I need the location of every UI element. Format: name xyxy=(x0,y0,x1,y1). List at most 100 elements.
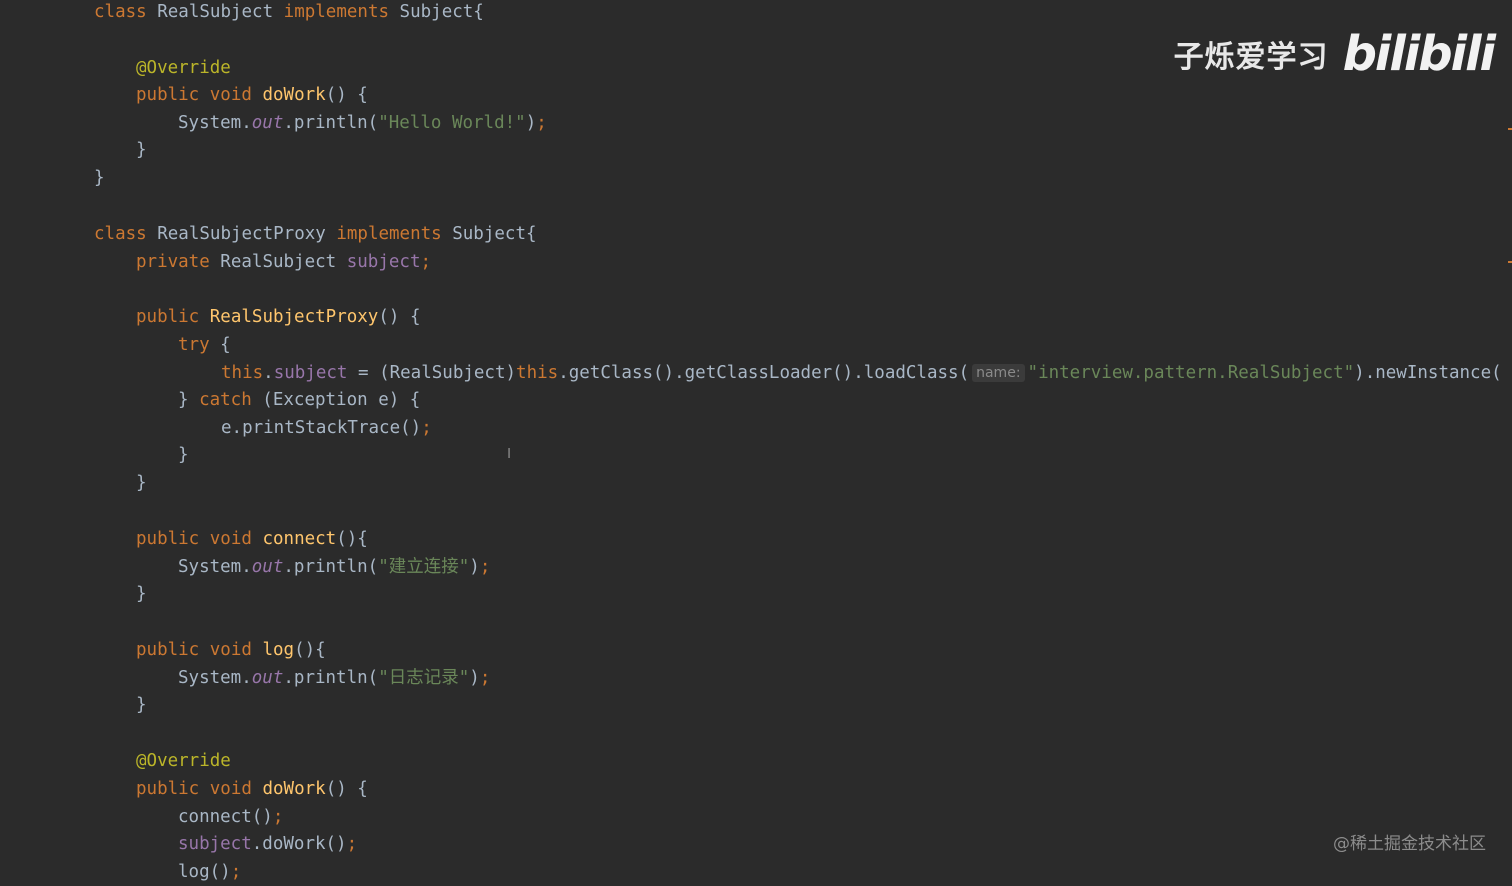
method-name: RealSubjectProxy xyxy=(209,307,379,327)
code-text: ) xyxy=(469,668,480,688)
type-name: RealSubject xyxy=(209,252,347,272)
code-text: (Exception e) { xyxy=(251,390,421,410)
bilibili-logo: bilibili xyxy=(1342,26,1496,82)
semicolon: ; xyxy=(479,668,491,688)
interface-name: Subject{ xyxy=(389,2,484,22)
field-name: subject xyxy=(178,834,252,854)
static-field: out xyxy=(251,668,284,688)
keyword: implements xyxy=(336,224,442,244)
keyword: public xyxy=(136,307,200,327)
text-cursor-icon: Ⅰ xyxy=(507,446,512,462)
method-name: connect xyxy=(262,529,337,549)
keyword: this xyxy=(221,363,264,383)
code-text: System. xyxy=(178,113,252,133)
semicolon: ; xyxy=(346,834,358,854)
code-text: ) xyxy=(525,113,537,133)
brace: } xyxy=(136,140,147,160)
brace: } xyxy=(94,168,105,188)
source-credit: @稀土掘金技术社区 xyxy=(1333,834,1486,854)
method-name: doWork xyxy=(262,85,326,105)
code-line: private RealSubject subject; xyxy=(136,248,431,276)
code-line: System.out.println("Hello World!"); xyxy=(178,109,547,137)
code-line: connect(); xyxy=(178,803,283,831)
keyword: this xyxy=(516,363,559,383)
semicolon: ; xyxy=(230,862,242,882)
video-watermark: 子烁爱学习 bilibili xyxy=(1173,26,1496,82)
code-text: { xyxy=(209,335,231,355)
keyword: void xyxy=(209,640,252,660)
code-line: this.subject = (RealSubject)this.getClas… xyxy=(221,359,1502,387)
code-line: log(); xyxy=(178,858,241,886)
code-line: } xyxy=(136,136,147,164)
code-line: } xyxy=(136,580,147,608)
string-literal: "建立连接" xyxy=(378,557,470,577)
code-text: . xyxy=(263,363,274,383)
warning-stripe-marker[interactable] xyxy=(1508,261,1512,263)
code-text: log() xyxy=(178,862,231,882)
code-line: public void log(){ xyxy=(136,636,326,664)
code-text: System. xyxy=(178,557,252,577)
keyword: implements xyxy=(283,2,390,22)
code-text: ) xyxy=(469,557,480,577)
code-text: = (RealSubject) xyxy=(347,363,517,383)
class-name: RealSubjectProxy xyxy=(146,224,337,244)
code-text: .println( xyxy=(283,557,379,577)
class-name: RealSubject xyxy=(146,2,284,22)
code-text: (){ xyxy=(336,529,368,549)
keyword: public xyxy=(136,779,200,799)
code-line: e.printStackTrace(); xyxy=(221,414,432,442)
warning-stripe-marker[interactable] xyxy=(1508,128,1512,130)
semicolon: ; xyxy=(421,418,432,438)
static-field: out xyxy=(251,557,284,577)
brace: } xyxy=(136,695,147,715)
code-line: } xyxy=(94,164,105,192)
keyword: class xyxy=(94,224,147,244)
code-line: } catch (Exception e) { xyxy=(178,386,420,414)
code-text: () { xyxy=(325,85,368,105)
code-line: public void doWork() { xyxy=(136,775,368,803)
code-line: subject.doWork(); xyxy=(178,830,357,858)
field-name: subject xyxy=(346,252,421,272)
code-line: } xyxy=(136,469,147,497)
brace: } xyxy=(136,584,147,604)
parameter-hint: name: xyxy=(972,364,1025,382)
code-line: @Override xyxy=(136,54,231,82)
code-text: .doWork() xyxy=(251,834,347,854)
code-line: @Override xyxy=(136,747,231,775)
code-line: } xyxy=(178,441,189,469)
code-text: () { xyxy=(378,307,421,327)
keyword: public xyxy=(136,85,200,105)
code-text: (){ xyxy=(294,640,326,660)
keyword: void xyxy=(209,529,252,549)
code-line: public void doWork() { xyxy=(136,81,368,109)
code-line: System.out.println("建立连接"); xyxy=(178,553,490,581)
code-line: class RealSubject implements Subject{ xyxy=(94,0,484,26)
semicolon: ; xyxy=(479,557,491,577)
method-name: doWork xyxy=(262,779,326,799)
code-text: () { xyxy=(325,779,368,799)
code-line: public void connect(){ xyxy=(136,525,368,553)
brace: } xyxy=(178,445,189,465)
static-field: out xyxy=(251,113,284,133)
keyword: try xyxy=(178,335,210,355)
channel-name: 子烁爱学习 xyxy=(1173,40,1329,75)
field-name: subject xyxy=(273,363,348,383)
code-text: connect() xyxy=(178,807,273,827)
keyword: void xyxy=(209,85,252,105)
keyword: public xyxy=(136,529,200,549)
code-text: e.printStackTrace() xyxy=(221,418,422,438)
keyword: class xyxy=(94,2,147,22)
string-literal: "日志记录" xyxy=(378,668,470,688)
code-text: .println( xyxy=(283,113,379,133)
semicolon: ; xyxy=(420,252,432,272)
code-text: .println( xyxy=(283,668,379,688)
code-editor[interactable]: class RealSubject implements Subject{ @O… xyxy=(0,0,1512,882)
code-line: public RealSubjectProxy() { xyxy=(136,303,421,331)
brace: } xyxy=(178,390,200,410)
semicolon: ; xyxy=(272,807,284,827)
brace: } xyxy=(136,473,147,493)
code-line: System.out.println("日志记录"); xyxy=(178,664,490,692)
code-text: ).newInstance( xyxy=(1354,363,1502,383)
code-line: class RealSubjectProxy implements Subjec… xyxy=(94,220,537,248)
semicolon: ; xyxy=(536,113,547,133)
